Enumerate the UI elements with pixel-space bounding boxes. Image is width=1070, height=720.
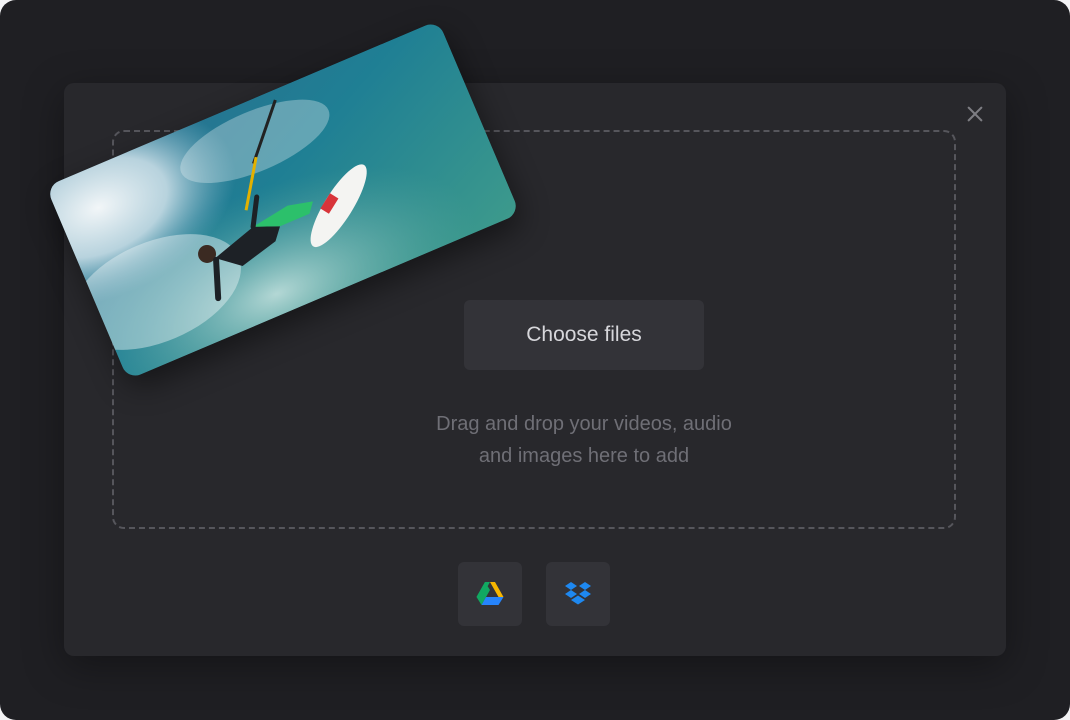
choose-files-button[interactable]: Choose files xyxy=(464,300,704,370)
close-icon[interactable] xyxy=(962,101,988,127)
dropbox-icon xyxy=(565,582,591,605)
google-drive-icon xyxy=(476,582,504,605)
drop-hint-line-2: and images here to add xyxy=(478,445,690,467)
drop-hint: Drag and drop your videos, audio and ima… xyxy=(364,408,804,472)
google-drive-button[interactable] xyxy=(458,562,522,626)
drop-hint-line-1: Drag and drop your videos, audio xyxy=(436,413,732,435)
app-frame: Choose files Drag and drop your videos, … xyxy=(0,0,1070,720)
dropbox-button[interactable] xyxy=(546,562,610,626)
